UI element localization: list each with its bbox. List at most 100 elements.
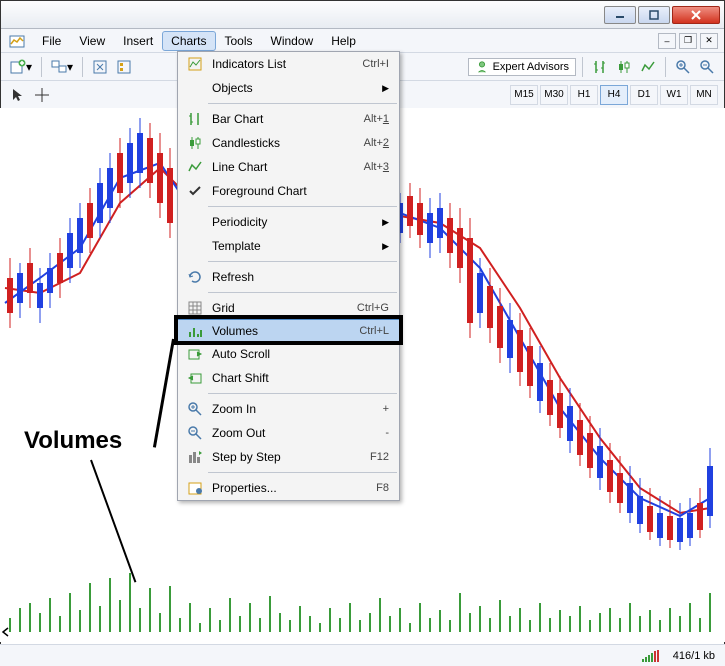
menu-item-chart-shift[interactable]: Chart Shift [178, 366, 399, 390]
menu-item-label: Chart Shift [206, 371, 393, 385]
timeframe-m30[interactable]: M30 [540, 85, 568, 105]
menu-item-label: Volumes [206, 324, 359, 338]
menu-item-label: Refresh [206, 270, 393, 284]
menu-item-grid[interactable]: GridCtrl+G [178, 296, 399, 320]
crosshair-button[interactable] [31, 84, 53, 106]
mdi-restore-button[interactable]: ❐ [679, 33, 697, 49]
menu-item-label: Bar Chart [206, 112, 364, 126]
menu-shortcut: Ctrl+G [357, 302, 393, 314]
menu-item-label: Foreground Chart [206, 184, 393, 198]
minimize-button[interactable] [604, 6, 636, 24]
menu-item-label: Candlesticks [206, 136, 364, 150]
menu-item-objects[interactable]: Objects▶ [178, 76, 399, 100]
candlestick-type-button[interactable] [613, 56, 635, 78]
menu-item-label: Step by Step [206, 450, 370, 464]
menu-view[interactable]: View [70, 31, 114, 51]
submenu-arrow-icon: ▶ [382, 83, 393, 94]
menu-shortcut: Alt+2 [364, 137, 393, 149]
zoom-out-button[interactable] [696, 56, 718, 78]
menu-item-indicators-list[interactable]: Indicators ListCtrl+I [178, 52, 399, 76]
menu-item-label: Zoom Out [206, 426, 385, 440]
menu-item-label: Grid [206, 301, 357, 315]
menu-shortcut: Alt+3 [364, 161, 393, 173]
chartshift-icon [184, 370, 206, 386]
line-chart-type-button[interactable] [637, 56, 659, 78]
menu-item-zoom-out[interactable]: Zoom Out- [178, 421, 399, 445]
menu-item-template[interactable]: Template▶ [178, 234, 399, 258]
charts-dropdown-menu: Indicators ListCtrl+IObjects▶Bar ChartAl… [177, 51, 400, 501]
menu-item-label: Line Chart [206, 160, 364, 174]
grid-icon [184, 300, 206, 316]
timeframe-d1[interactable]: D1 [630, 85, 658, 105]
menu-item-label: Template [206, 239, 382, 253]
menu-item-step-by-step[interactable]: Step by StepF12 [178, 445, 399, 469]
check-icon [184, 183, 206, 199]
expert-advisors-button[interactable]: Expert Advisors [468, 58, 576, 76]
submenu-arrow-icon: ▶ [382, 241, 393, 252]
submenu-arrow-icon: ▶ [382, 217, 393, 228]
maximize-button[interactable] [638, 6, 670, 24]
statusbar: 416/1 kb [0, 644, 725, 666]
bar-icon [184, 111, 206, 127]
candle-icon [184, 135, 206, 151]
menu-shortcut: + [383, 403, 393, 415]
volumes-icon [184, 323, 206, 339]
menu-item-label: Indicators List [206, 57, 362, 71]
menu-shortcut: F12 [370, 451, 393, 463]
window-titlebar [1, 1, 724, 29]
annotation-volumes-label: Volumes [24, 427, 122, 455]
menubar: File View Insert Charts Tools Window Hel… [1, 29, 724, 53]
menu-item-candlesticks[interactable]: CandlesticksAlt+2 [178, 131, 399, 155]
cursor-button[interactable] [7, 84, 29, 106]
menu-item-volumes[interactable]: VolumesCtrl+L [177, 319, 400, 343]
mdi-close-button[interactable]: ✕ [700, 33, 718, 49]
props-icon [184, 480, 206, 496]
navigator-button[interactable] [113, 56, 135, 78]
expert-advisors-label: Expert Advisors [493, 61, 569, 73]
menu-tools[interactable]: Tools [216, 31, 262, 51]
connection-icon [642, 650, 659, 662]
line-icon [184, 159, 206, 175]
menu-item-properties[interactable]: Properties...F8 [178, 476, 399, 500]
menu-insert[interactable]: Insert [114, 31, 162, 51]
refresh-icon [184, 269, 206, 285]
indicators-icon [184, 56, 206, 72]
close-button[interactable] [672, 6, 720, 24]
zoom-in-button[interactable] [672, 56, 694, 78]
zoomout-icon [184, 425, 206, 441]
menu-item-label: Properties... [206, 481, 376, 495]
menu-item-foreground-chart[interactable]: Foreground Chart [178, 179, 399, 203]
menu-item-auto-scroll[interactable]: Auto Scroll [178, 342, 399, 366]
status-kb: 416/1 kb [673, 650, 715, 662]
profiles-button[interactable]: ▾ [48, 56, 76, 78]
menu-item-label: Auto Scroll [206, 347, 393, 361]
timeframe-m15[interactable]: M15 [510, 85, 538, 105]
menu-item-periodicity[interactable]: Periodicity▶ [178, 210, 399, 234]
menu-item-refresh[interactable]: Refresh [178, 265, 399, 289]
step-icon [184, 449, 206, 465]
menu-item-label: Objects [206, 81, 382, 95]
autoscroll-icon [184, 346, 206, 362]
menu-item-line-chart[interactable]: Line ChartAlt+3 [178, 155, 399, 179]
bar-chart-type-button[interactable] [589, 56, 611, 78]
timeframe-h4[interactable]: H4 [600, 85, 628, 105]
menu-item-label: Periodicity [206, 215, 382, 229]
zoomin-icon [184, 401, 206, 417]
mdi-minimize-button[interactable]: ‒ [658, 33, 676, 49]
menu-item-zoom-in[interactable]: Zoom In+ [178, 397, 399, 421]
menu-charts[interactable]: Charts [162, 31, 215, 51]
menu-file[interactable]: File [33, 31, 70, 51]
menu-shortcut: Ctrl+L [359, 325, 393, 337]
menu-help[interactable]: Help [322, 31, 365, 51]
timeframe-mn[interactable]: MN [690, 85, 718, 105]
menu-window[interactable]: Window [262, 31, 323, 51]
menu-shortcut: F8 [376, 482, 393, 494]
new-chart-button[interactable]: ▾ [7, 56, 35, 78]
menu-shortcut: Ctrl+I [362, 58, 393, 70]
timeframe-w1[interactable]: W1 [660, 85, 688, 105]
menu-item-bar-chart[interactable]: Bar ChartAlt+1 [178, 107, 399, 131]
timeframe-h1[interactable]: H1 [570, 85, 598, 105]
app-icon [9, 33, 25, 49]
market-watch-button[interactable] [89, 56, 111, 78]
menu-item-label: Zoom In [206, 402, 383, 416]
